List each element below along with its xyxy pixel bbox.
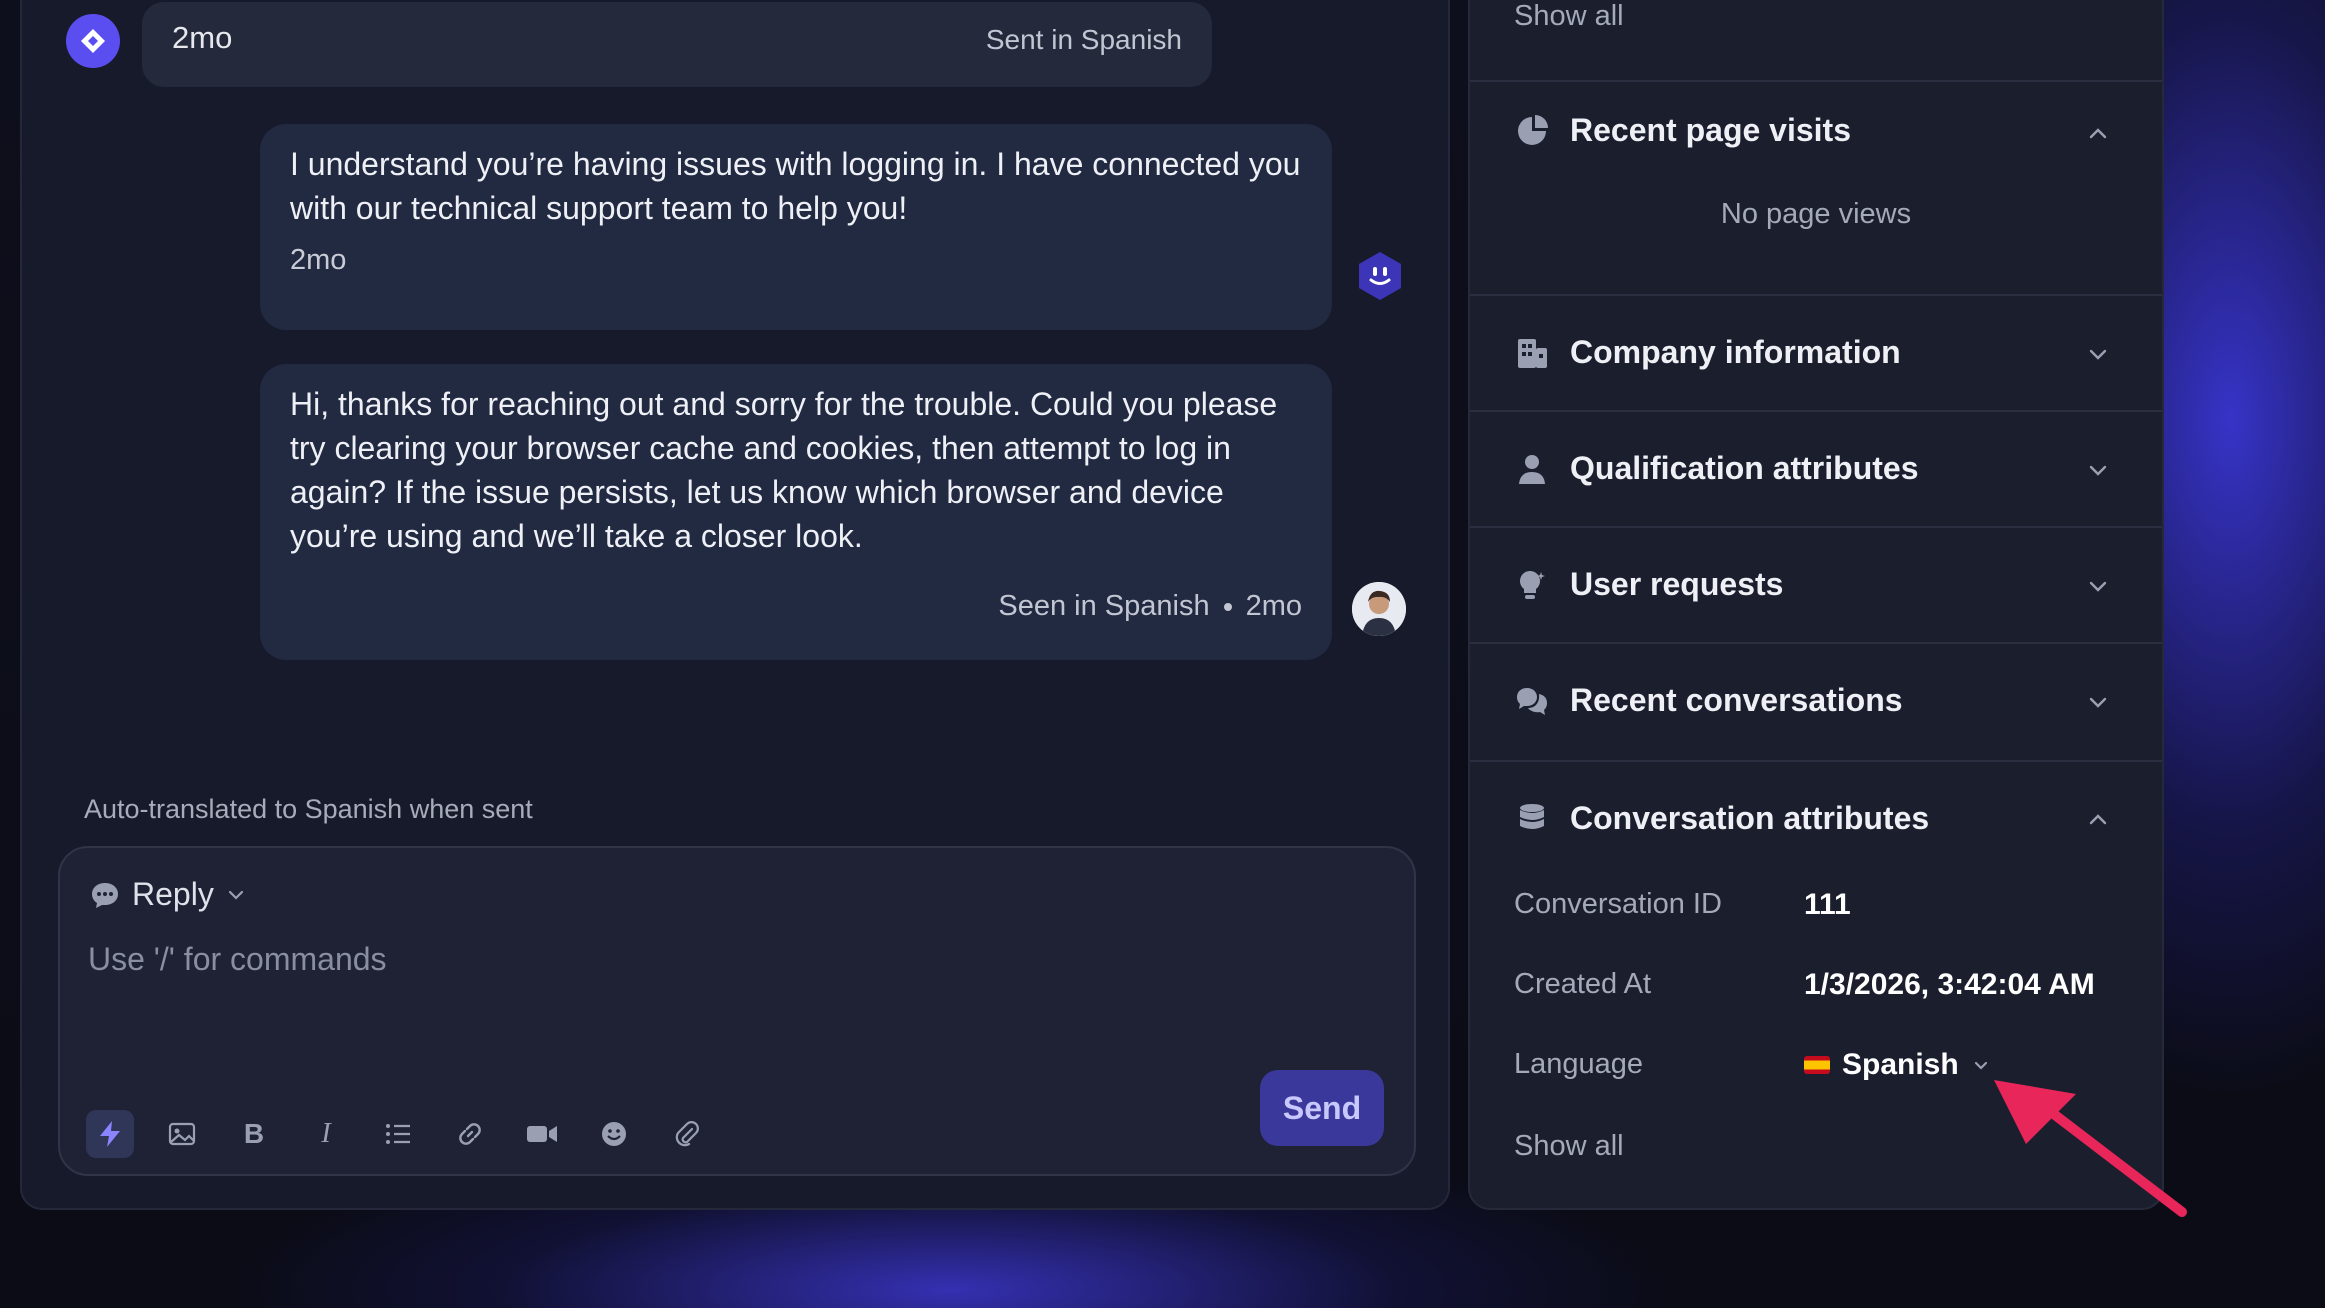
spain-flag-icon xyxy=(1804,1056,1830,1074)
message-text: I understand you’re having issues with l… xyxy=(290,146,1301,226)
lightbulb-icon xyxy=(1514,567,1550,603)
section-header[interactable]: Qualification attributes xyxy=(1514,450,1918,487)
attribute-row-language: Language Spanish xyxy=(1514,1048,1991,1082)
separator-dot xyxy=(1223,603,1232,612)
building-icon xyxy=(1514,335,1550,371)
attribute-label: Created At xyxy=(1514,968,1652,1000)
bot-avatar xyxy=(1354,250,1406,302)
empty-state: No page views xyxy=(1720,198,1912,230)
lightning-icon[interactable] xyxy=(86,1110,134,1158)
agent-avatar[interactable] xyxy=(1352,582,1406,636)
person-icon xyxy=(1514,451,1550,487)
list-icon[interactable] xyxy=(374,1110,422,1158)
translation-note: Auto-translated to Spanish when sent xyxy=(84,794,533,824)
language-value: Spanish xyxy=(1842,1048,1959,1081)
database-icon xyxy=(1514,801,1550,837)
chevron-down-icon[interactable] xyxy=(2084,688,2112,716)
video-icon[interactable] xyxy=(518,1110,566,1158)
section-company-information: Company information xyxy=(1470,294,2162,410)
show-all-link-top[interactable]: Show all xyxy=(1514,0,1624,33)
annotation-arrow-icon xyxy=(1994,1080,2187,1217)
message-text: Hi, thanks for reaching out and sorry fo… xyxy=(290,386,1278,554)
section-header[interactable]: Conversation attributes xyxy=(1514,800,1929,837)
details-sidebar: Show all Recent page visits No page view… xyxy=(1468,0,2164,1210)
section-header[interactable]: Recent page visits xyxy=(1514,112,1851,149)
reply-mode-label: Reply xyxy=(132,876,214,912)
formatting-toolbar: B I xyxy=(86,1110,710,1158)
send-button[interactable]: Send xyxy=(1260,1070,1384,1146)
language-dropdown[interactable]: Spanish xyxy=(1804,1048,1991,1082)
emoji-icon[interactable] xyxy=(590,1110,638,1158)
link-icon[interactable] xyxy=(446,1110,494,1158)
chat-bubble-icon xyxy=(92,882,118,908)
chat-panel: 2mo Sent in Spanish I understand you’re … xyxy=(20,0,1450,1210)
message-time: 2mo xyxy=(290,244,347,276)
italic-icon[interactable]: I xyxy=(302,1110,350,1158)
person-photo-icon xyxy=(1352,582,1406,636)
section-recent-page-visits: Recent page visits No page views xyxy=(1470,80,2162,294)
chevron-down-icon[interactable] xyxy=(2084,572,2112,600)
attribute-label: Language xyxy=(1514,1048,1644,1080)
section-title: Conversation attributes xyxy=(1570,800,1930,836)
chevron-down-icon xyxy=(1974,1061,1987,1070)
attribute-row-conversation-id: Conversation ID 111 xyxy=(1514,888,1851,922)
section-header[interactable]: Recent conversations xyxy=(1514,682,1903,719)
section-title: Recent conversations xyxy=(1570,682,1903,718)
chevron-down-icon xyxy=(228,890,243,900)
message-footer: Seen in Spanish 2mo xyxy=(998,584,1302,628)
section-title: User requests xyxy=(1570,566,1784,602)
section-title: Company information xyxy=(1570,334,1901,370)
image-icon[interactable] xyxy=(158,1110,206,1158)
message-status: Sent in Spanish xyxy=(985,24,1182,55)
message-bubble-agent: Hi, thanks for reaching out and sorry fo… xyxy=(260,364,1332,660)
brand-avatar xyxy=(66,14,120,68)
message-time: 2mo xyxy=(1245,590,1302,622)
chevron-up-icon[interactable] xyxy=(2084,120,2112,148)
attribute-value: 1/3/2026, 3:42:04 AM xyxy=(1804,968,2095,1001)
section-recent-conversations: Recent conversations xyxy=(1470,642,2162,760)
reply-mode-selector[interactable]: Reply xyxy=(90,876,246,913)
message-status: Seen in Spanish xyxy=(998,590,1210,622)
bot-face-icon xyxy=(1359,252,1401,300)
conversations-icon xyxy=(1514,683,1550,719)
show-all-link[interactable]: Show all xyxy=(1514,1130,1624,1163)
bold-icon[interactable]: B xyxy=(230,1110,278,1158)
reply-composer: Reply B I xyxy=(58,846,1416,1176)
chevron-down-icon[interactable] xyxy=(2084,340,2112,368)
attribute-label: Conversation ID xyxy=(1514,888,1722,920)
attachment-icon[interactable] xyxy=(662,1110,710,1158)
pie-chart-icon xyxy=(1514,113,1550,149)
section-qualification-attributes: Qualification attributes xyxy=(1470,410,2162,526)
chevron-up-icon[interactable] xyxy=(2084,806,2112,834)
message-bubble-previous: 2mo Sent in Spanish xyxy=(142,2,1212,87)
section-title: Qualification attributes xyxy=(1570,450,1919,486)
section-user-requests: User requests xyxy=(1470,526,2162,642)
message-bubble-bot: I understand you’re having issues with l… xyxy=(260,124,1332,330)
section-header[interactable]: Company information xyxy=(1514,334,1901,371)
message-time: 2mo xyxy=(172,20,233,55)
attribute-row-created-at: Created At 1/3/2026, 3:42:04 AM xyxy=(1514,968,2095,1002)
brand-logo-icon xyxy=(81,29,105,53)
section-header[interactable]: User requests xyxy=(1514,566,1783,603)
chevron-down-icon[interactable] xyxy=(2084,456,2112,484)
attribute-value: 111 xyxy=(1804,888,1851,921)
section-title: Recent page visits xyxy=(1570,112,1851,148)
reply-input[interactable] xyxy=(88,934,1188,984)
